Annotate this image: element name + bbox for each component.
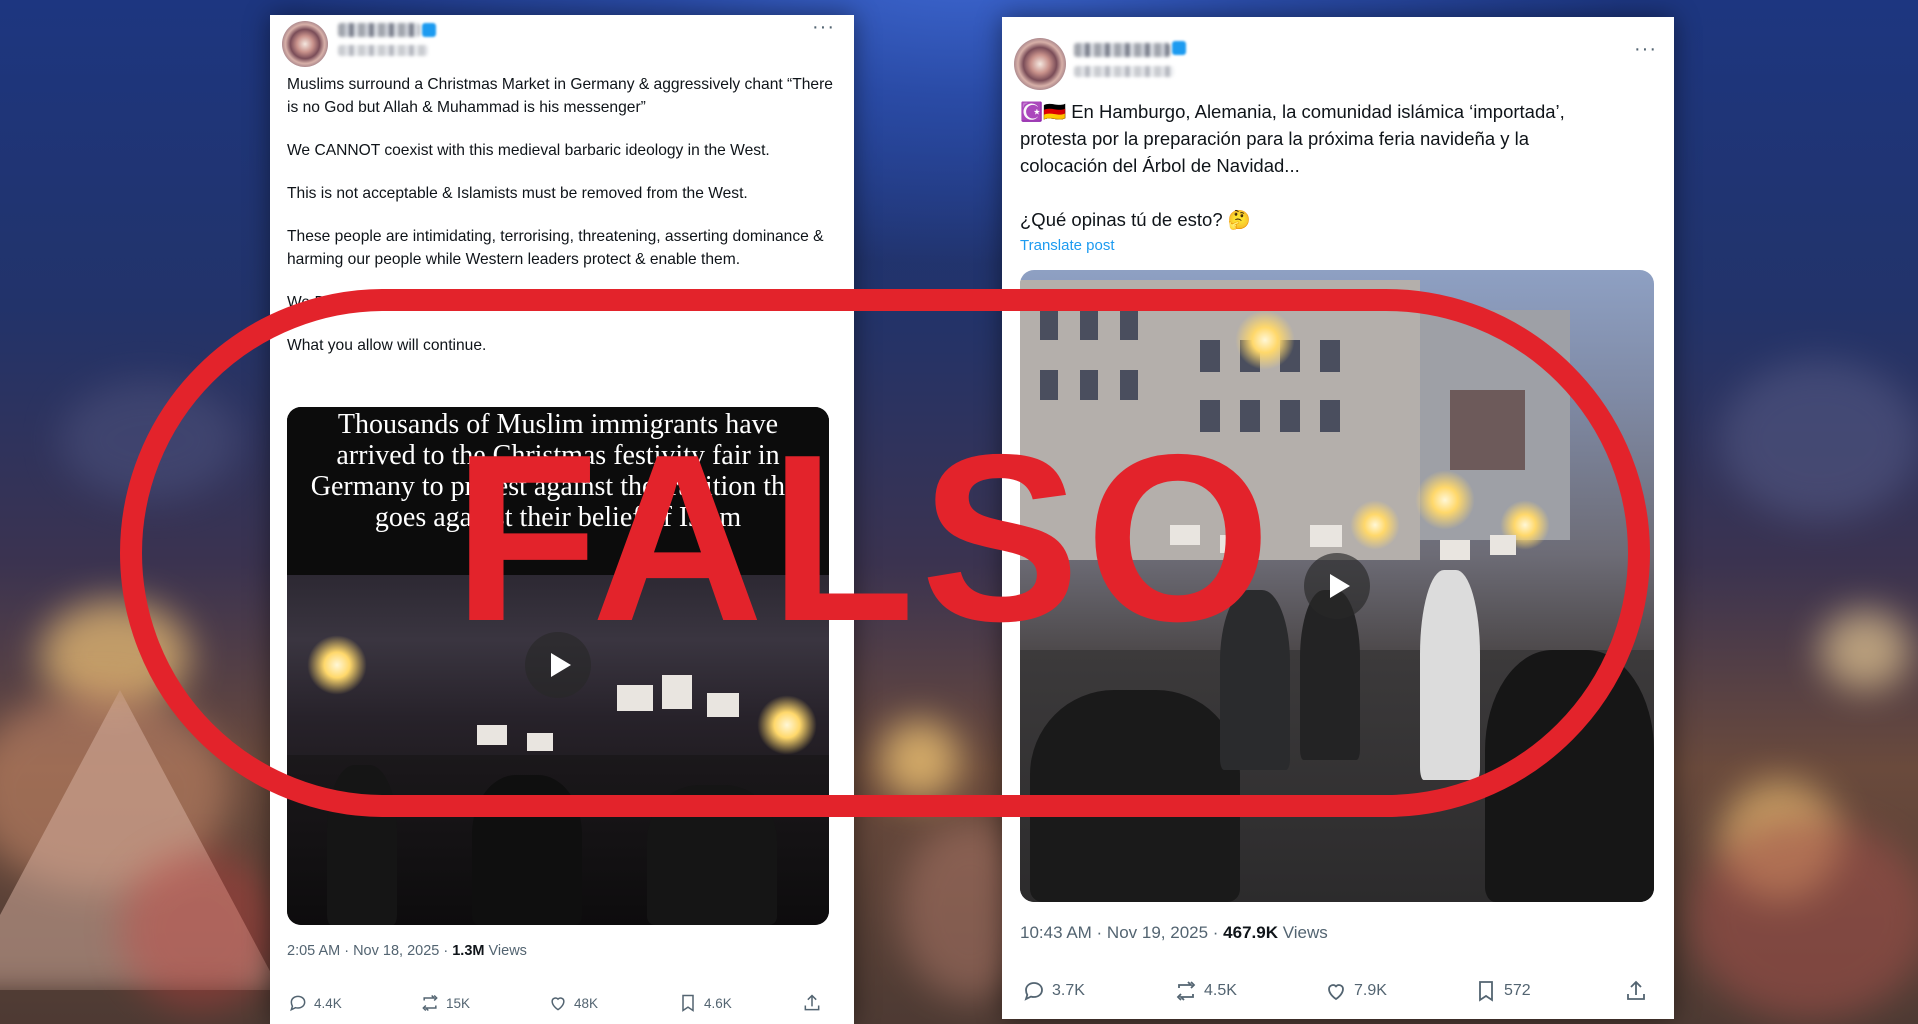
bookmark-button[interactable]: 572 <box>1474 979 1531 1003</box>
like-count: 7.9K <box>1354 982 1387 999</box>
post-paragraph: ☪️🇩🇪 En Hamburgo, Alemania, la comunidad… <box>1020 101 1570 176</box>
reply-icon <box>290 995 306 1012</box>
right-author-name[interactable] <box>1074 43 1170 57</box>
like-count: 48K <box>574 995 599 1011</box>
translate-post-link[interactable]: Translate post <box>1020 237 1115 254</box>
like-button[interactable]: 48K <box>548 993 598 1013</box>
post-paragraph: This is not acceptable & Islamists must … <box>287 185 748 202</box>
left-author-name[interactable] <box>338 23 420 37</box>
left-author-handle <box>338 45 428 56</box>
bookmark-count: 4.6K <box>704 995 732 1011</box>
post-paragraph: ¿Qué opinas tú de esto? 🤔 <box>1020 209 1251 230</box>
share-button[interactable] <box>802 993 822 1013</box>
post-paragraph: Muslims surround a Christmas Market in G… <box>287 76 838 116</box>
more-options-icon[interactable]: ··· <box>812 17 835 37</box>
repost-button[interactable]: 4.5K <box>1174 979 1237 1003</box>
reply-count: 4.4K <box>314 995 342 1011</box>
reply-button[interactable]: 4.4K <box>288 993 342 1013</box>
more-options-icon[interactable]: ··· <box>1634 39 1657 59</box>
view-count: 467.9K <box>1223 923 1278 942</box>
post-timestamp[interactable]: 10:43 AM · Nov 19, 2025 · <box>1020 923 1223 942</box>
right-post-text: ☪️🇩🇪 En Hamburgo, Alemania, la comunidad… <box>1020 98 1620 253</box>
heart-icon <box>1328 984 1344 1001</box>
views-label: Views <box>484 943 527 959</box>
reply-icon <box>1024 982 1043 1001</box>
reply-button[interactable]: 3.7K <box>1022 979 1085 1003</box>
post-timestamp[interactable]: 2:05 AM · Nov 18, 2025 · <box>287 943 452 959</box>
post-paragraph: These people are intimidating, terrorisi… <box>287 228 828 268</box>
left-post-actions: 4.4K 15K 48K 4.6K <box>270 990 854 1016</box>
repost-count: 15K <box>446 995 471 1011</box>
share-button[interactable] <box>1624 979 1648 1003</box>
verified-badge-icon <box>1172 41 1186 55</box>
right-post-meta: 10:43 AM · Nov 19, 2025 · 467.9K Views <box>1020 923 1328 943</box>
view-count: 1.3M <box>452 943 485 959</box>
right-author-avatar[interactable] <box>1014 38 1066 90</box>
bookmark-count: 572 <box>1504 982 1531 999</box>
bookmark-button[interactable]: 4.6K <box>678 993 732 1013</box>
right-author-handle <box>1074 66 1174 77</box>
post-paragraph: We CANNOT coexist with this medieval bar… <box>287 142 770 159</box>
views-label: Views <box>1278 923 1328 942</box>
bookmark-icon <box>1479 981 1493 1002</box>
repost-icon <box>1176 981 1196 1001</box>
repost-button[interactable]: 15K <box>420 993 470 1013</box>
heart-icon <box>551 997 565 1011</box>
verified-badge-icon <box>422 23 436 37</box>
left-author-avatar[interactable] <box>282 21 328 67</box>
false-verdict-stamp-text: FALSO <box>453 406 1277 671</box>
repost-icon <box>422 994 438 1012</box>
bookmark-icon <box>682 994 694 1012</box>
right-post-actions: 3.7K 4.5K 7.9K 572 <box>1002 977 1674 1005</box>
share-icon <box>804 994 820 1011</box>
share-icon <box>1627 980 1645 1000</box>
repost-count: 4.5K <box>1204 982 1237 999</box>
left-post-meta: 2:05 AM · Nov 18, 2025 · 1.3M Views <box>287 943 527 959</box>
reply-count: 3.7K <box>1052 982 1085 999</box>
like-button[interactable]: 7.9K <box>1324 979 1387 1003</box>
